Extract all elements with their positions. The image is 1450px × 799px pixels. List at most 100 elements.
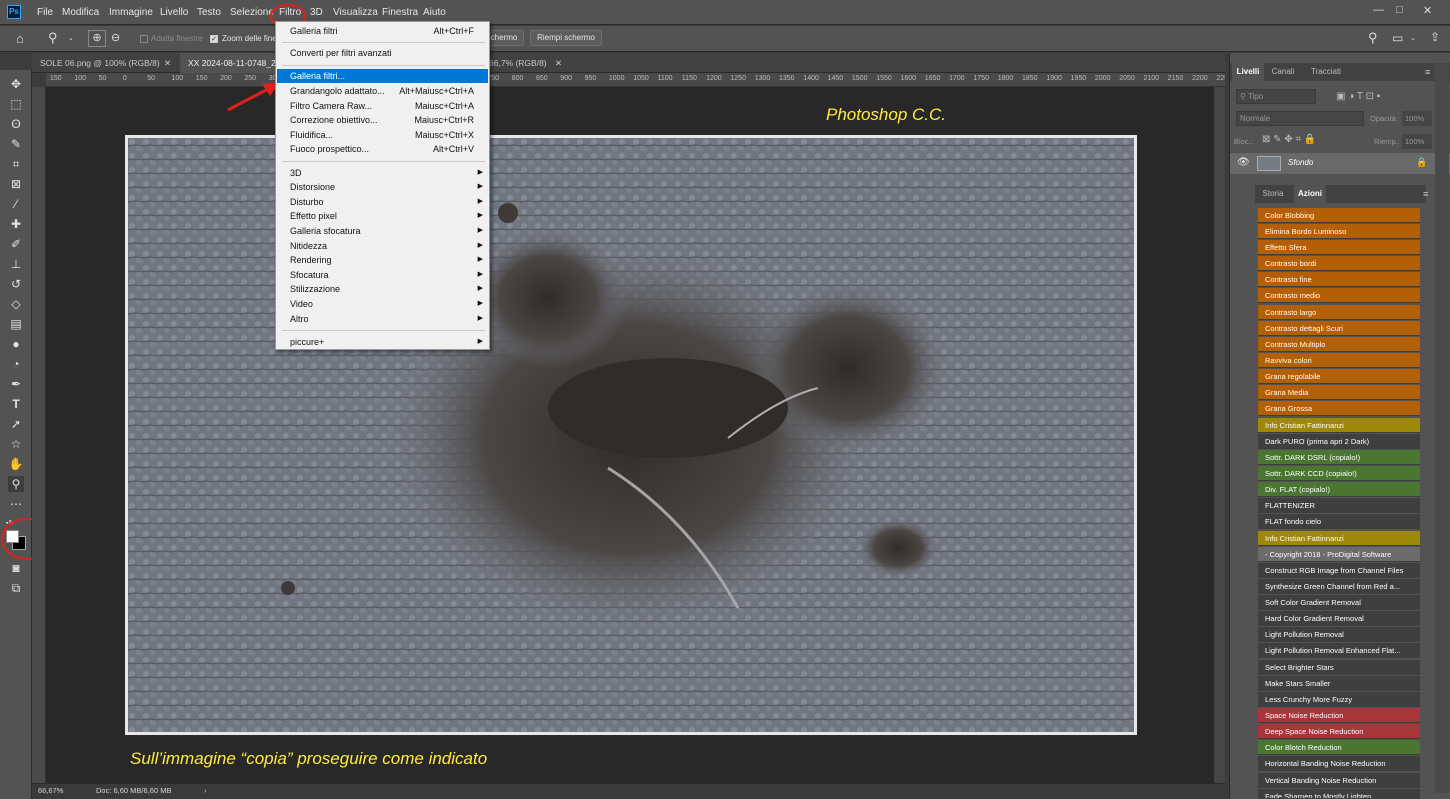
menu-item-video[interactable]: Video ▶ bbox=[277, 297, 488, 311]
action-item[interactable]: Ravviva colori bbox=[1258, 353, 1420, 368]
crop-tool-icon[interactable]: ⌗ bbox=[8, 156, 24, 172]
action-item[interactable]: Grana Media bbox=[1258, 385, 1420, 400]
menu-visualizza[interactable]: Visualizza bbox=[333, 7, 378, 18]
action-item[interactable]: Contrasto bordi bbox=[1258, 256, 1420, 271]
menu-item-fuoco-prospettico[interactable]: Fuoco prospettico... Alt+Ctrl+V bbox=[277, 142, 488, 156]
action-item[interactable]: Effetto Sfera bbox=[1258, 240, 1420, 255]
home-icon[interactable]: ⌂ bbox=[16, 31, 24, 46]
action-item[interactable]: Horizontal Banding Noise Reduction bbox=[1258, 756, 1420, 771]
action-item[interactable]: Sottr. DARK CCD (copialo!) bbox=[1258, 466, 1420, 481]
menu-aiuto[interactable]: Aiuto bbox=[423, 7, 446, 18]
action-item[interactable]: FLATTENIZER bbox=[1258, 498, 1420, 513]
maximize-button[interactable]: □ bbox=[1396, 4, 1403, 16]
path-select-tool-icon[interactable]: ➚ bbox=[8, 416, 24, 432]
action-item[interactable]: Contrasto Multiplo bbox=[1258, 337, 1420, 352]
layer-filter-search[interactable]: ⚲ Tipo bbox=[1236, 89, 1316, 104]
menu-testo[interactable]: Testo bbox=[197, 7, 221, 18]
zoom-out-icon[interactable]: ⊖ bbox=[111, 31, 120, 44]
action-item[interactable]: Select Brighter Stars bbox=[1258, 660, 1420, 675]
menu-item-galleria-sfocatura[interactable]: Galleria sfocatura ▶ bbox=[277, 224, 488, 238]
tab-xx-2024[interactable]: XX 2024-08-11-0748_2 bbox=[180, 53, 290, 73]
action-item[interactable]: Light Pollution Removal Enhanced Flat... bbox=[1258, 643, 1420, 658]
gradient-tool-icon[interactable]: ▤ bbox=[8, 316, 24, 332]
eye-icon[interactable]: 👁 bbox=[1237, 157, 1250, 168]
action-item[interactable]: FLAT fondo cielo bbox=[1258, 514, 1420, 529]
menu-immagine[interactable]: Immagine bbox=[109, 7, 153, 18]
menu-item-galleria-filtri-last[interactable]: Galleria filtri Alt+Ctrl+F bbox=[277, 24, 488, 38]
menu-item-converti-filtri-avanzati[interactable]: Converti per filtri avanzati bbox=[277, 46, 488, 60]
action-item[interactable]: Fade Sharpen to Mostly Lighten bbox=[1258, 789, 1420, 799]
panel-menu-icon[interactable]: ≡ bbox=[1425, 67, 1430, 77]
close-icon[interactable]: ✕ bbox=[164, 53, 171, 73]
quick-select-tool-icon[interactable]: ✎ bbox=[8, 136, 24, 152]
action-item[interactable]: - Copyright 2018 - ProDigital Software bbox=[1258, 547, 1420, 562]
menu-item-nitidezza[interactable]: Nitidezza ▶ bbox=[277, 239, 488, 253]
eyedropper-tool-icon[interactable]: ⁄ bbox=[8, 196, 24, 212]
move-tool-icon[interactable]: ✥ bbox=[8, 76, 24, 92]
status-arrow-icon[interactable]: › bbox=[204, 784, 207, 798]
action-item[interactable]: Dark PURO (prima apri 2 Dark) bbox=[1258, 434, 1420, 449]
close-icon[interactable]: ✕ bbox=[555, 53, 562, 73]
zoom-level[interactable]: 66,67% bbox=[38, 784, 63, 798]
action-item[interactable]: Soft Color Gradient Removal bbox=[1258, 595, 1420, 610]
blur-tool-icon[interactable]: ● bbox=[8, 336, 24, 352]
frame-tool-icon[interactable]: ⊠ bbox=[8, 176, 24, 192]
action-item[interactable]: Less Crunchy More Fuzzy bbox=[1258, 692, 1420, 707]
action-item[interactable]: Elimina Bordo Luminoso bbox=[1258, 224, 1420, 239]
tab-tracciati[interactable]: Tracciati bbox=[1304, 63, 1348, 81]
fill-input[interactable]: 100% bbox=[1402, 134, 1432, 149]
menu-item-distorsione[interactable]: Distorsione ▶ bbox=[277, 180, 488, 194]
pen-tool-icon[interactable]: ✒ bbox=[8, 376, 24, 392]
tab-canali[interactable]: Canali bbox=[1268, 63, 1298, 81]
action-item[interactable]: Info Cristian Fattinnanzi bbox=[1258, 531, 1420, 546]
action-item[interactable]: Grana regolabile bbox=[1258, 369, 1420, 384]
tab-sole06[interactable]: SOLE 06.png @ 100% (RGB/8) ✕ bbox=[32, 53, 180, 73]
action-item[interactable]: Make Stars Smaller bbox=[1258, 676, 1420, 691]
close-button[interactable]: ✕ bbox=[1423, 4, 1432, 17]
menu-item-effetto-pixel[interactable]: Effetto pixel ▶ bbox=[277, 209, 488, 223]
menu-file[interactable]: File bbox=[37, 7, 53, 18]
workspace-icon[interactable]: ▭ bbox=[1392, 31, 1403, 45]
layer-row-sfondo[interactable]: 👁 Sfondo 🔒 bbox=[1230, 153, 1450, 174]
workspace-chevron-icon[interactable]: ⌄ bbox=[1410, 34, 1416, 42]
action-item[interactable]: Sottr. DARK DSRL (copialo!) bbox=[1258, 450, 1420, 465]
shape-tool-icon[interactable]: ☆ bbox=[8, 436, 24, 452]
action-item[interactable]: Contrasto dettagli Scuri bbox=[1258, 321, 1420, 336]
type-tool-icon[interactable]: T bbox=[8, 396, 24, 412]
riempi-schermo-button[interactable]: Riempi schermo bbox=[530, 30, 602, 46]
search-icon[interactable]: ⚲ bbox=[1368, 30, 1378, 46]
panel-dock-scrollbar[interactable] bbox=[1435, 63, 1449, 793]
brush-tool-icon[interactable]: ✐ bbox=[8, 236, 24, 252]
opacity-input[interactable]: 100% bbox=[1402, 111, 1432, 126]
marquee-tool-icon[interactable]: ⬚ bbox=[8, 96, 24, 112]
menu-item-galleria-filtri[interactable]: Galleria filtri... bbox=[277, 69, 488, 83]
canvas-vertical-scrollbar[interactable] bbox=[1214, 87, 1225, 783]
action-item[interactable]: Color Blotch Reduction bbox=[1258, 740, 1420, 755]
menu-item-stilizzazione[interactable]: Stilizzazione ▶ bbox=[277, 282, 488, 296]
menu-item-fluidifica[interactable]: Fluidifica... Maiusc+Ctrl+X bbox=[277, 128, 488, 142]
adatta-finestre-checkbox[interactable] bbox=[140, 35, 148, 43]
action-item[interactable]: Hard Color Gradient Removal bbox=[1258, 611, 1420, 626]
zoom-in-icon[interactable]: ⊕ bbox=[88, 30, 106, 47]
menu-modifica[interactable]: Modifica bbox=[62, 7, 99, 18]
screen-mode-icon[interactable]: ⧉ bbox=[8, 580, 24, 596]
action-item[interactable]: Construct RGB Image from Channel Files bbox=[1258, 563, 1420, 578]
stamp-tool-icon[interactable]: ⊥ bbox=[8, 256, 24, 272]
action-item[interactable]: Contrasto largo bbox=[1258, 305, 1420, 320]
eraser-tool-icon[interactable]: ◇ bbox=[8, 296, 24, 312]
lock-icons[interactable]: ⊠ ✎ ✥ ⌗ 🔒 bbox=[1262, 134, 1316, 145]
action-item[interactable]: Vertical Banding Noise Reduction bbox=[1258, 773, 1420, 788]
action-item[interactable]: Synthesize Green Channel from Red a... bbox=[1258, 579, 1420, 594]
menu-item-3d[interactable]: 3D ▶ bbox=[277, 166, 488, 180]
tab-livelli[interactable]: Livelli bbox=[1232, 63, 1264, 81]
history-brush-tool-icon[interactable]: ↺ bbox=[8, 276, 24, 292]
menu-item-piccure[interactable]: piccure+ ▶ bbox=[277, 335, 488, 349]
filter-pixel-icon[interactable]: ▣ ◑ T ⊡ ▪ bbox=[1336, 91, 1380, 102]
menu-item-rendering[interactable]: Rendering ▶ bbox=[277, 253, 488, 267]
menu-livello[interactable]: Livello bbox=[160, 7, 188, 18]
quick-mask-icon[interactable]: ◙ bbox=[8, 560, 24, 576]
chevron-down-icon[interactable]: ⌄ bbox=[68, 34, 74, 42]
tab-66pct[interactable]: 66,7% (RGB/8) ✕ bbox=[481, 53, 565, 73]
actions-menu-icon[interactable]: ≡ bbox=[1423, 189, 1428, 199]
healing-tool-icon[interactable]: ✚ bbox=[8, 216, 24, 232]
